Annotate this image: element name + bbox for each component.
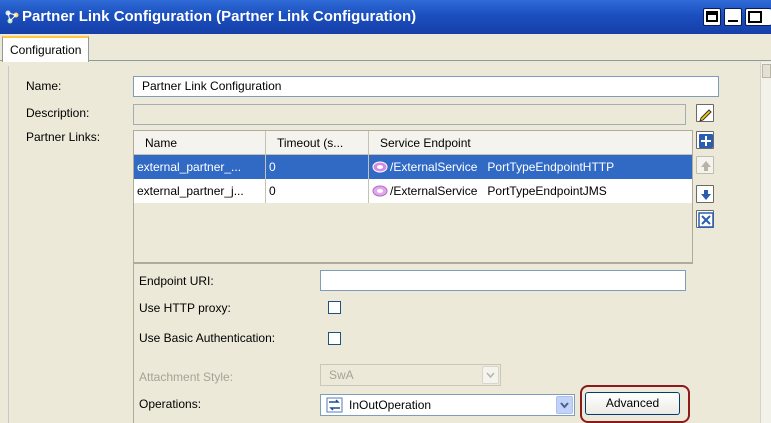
service-endpoint-icon: [372, 161, 388, 173]
name-label: Name:: [26, 79, 62, 93]
service-endpoint-icon: [372, 185, 388, 197]
basic-auth-label: Use Basic Authentication:: [139, 331, 276, 345]
delete-partner-link-button[interactable]: [696, 210, 714, 228]
tab-configuration[interactable]: Configuration: [2, 36, 90, 62]
endpoint-uri-label: Endpoint URI:: [139, 274, 214, 288]
window-title-bar: Partner Link Configuration (Partner Link…: [0, 0, 771, 34]
scroll-up-arrow[interactable]: [762, 64, 771, 78]
http-proxy-checkbox[interactable]: [328, 301, 341, 314]
partner-links-label: Partner Links:: [26, 130, 101, 144]
minimize-icon: [728, 20, 738, 22]
dropdown-arrow: [482, 366, 499, 384]
service-name: /ExternalService: [390, 184, 478, 198]
move-up-button[interactable]: [696, 156, 714, 174]
attachment-style-label: Attachment Style:: [139, 370, 234, 384]
dropdown-button[interactable]: [556, 396, 573, 414]
restore-button[interactable]: [703, 8, 721, 26]
partner-link-icon: [4, 9, 20, 25]
move-down-button[interactable]: [696, 185, 714, 203]
add-partner-link-button[interactable]: [696, 131, 714, 149]
arrow-up-icon: [701, 161, 711, 171]
x-icon: [698, 212, 714, 228]
row-timeout: 0: [266, 179, 369, 203]
arrow-down-icon: [701, 190, 711, 200]
operations-select[interactable]: InOutOperation: [320, 394, 575, 416]
window-title: Partner Link Configuration (Partner Link…: [22, 8, 417, 25]
row-name: external_partner_...: [134, 155, 266, 179]
partner-links-table[interactable]: Name Timeout (s... Service Endpoint exte…: [133, 130, 693, 263]
column-header-service-endpoint[interactable]: Service Endpoint: [369, 131, 692, 155]
column-header-timeout[interactable]: Timeout (s...: [266, 131, 369, 155]
name-field[interactable]: Partner Link Configuration: [133, 76, 719, 97]
table-row[interactable]: external_partner_... 0 /ExternalService …: [134, 155, 692, 179]
inout-operation-icon: [326, 397, 343, 413]
pencil-icon: [699, 109, 712, 122]
plus-icon: [699, 134, 713, 148]
operations-label: Operations:: [139, 397, 202, 411]
basic-auth-checkbox[interactable]: [328, 332, 341, 345]
chevron-down-icon: [486, 372, 495, 379]
row-timeout: 0: [266, 155, 369, 179]
operations-value: InOutOperation: [349, 398, 432, 412]
row-service-endpoint: /ExternalService PortTypeEndpointJMS: [369, 179, 692, 203]
tab-strip: Configuration: [0, 34, 771, 62]
column-header-name[interactable]: Name: [134, 131, 266, 155]
service-name: /ExternalService: [390, 160, 478, 174]
vertical-scrollbar[interactable]: [760, 62, 771, 423]
attachment-style-select: SwA: [320, 364, 501, 386]
table-header: Name Timeout (s... Service Endpoint: [134, 131, 692, 155]
row-name: external_partner_j...: [134, 179, 266, 203]
edit-description-button[interactable]: [696, 104, 714, 122]
chevron-down-icon: [560, 402, 569, 409]
table-row[interactable]: external_partner_j... 0 /ExternalService…: [134, 179, 692, 203]
restore-icon: [706, 11, 718, 22]
maximize-button[interactable]: [745, 8, 771, 26]
endpoint-name: PortTypeEndpointHTTP: [487, 160, 615, 174]
minimize-button[interactable]: [724, 8, 742, 26]
description-field[interactable]: [133, 104, 686, 125]
description-label: Description:: [26, 106, 90, 120]
attachment-style-value: SwA: [329, 368, 354, 382]
http-proxy-label: Use HTTP proxy:: [139, 301, 231, 315]
endpoint-uri-field[interactable]: [320, 270, 686, 291]
advanced-button[interactable]: Advanced: [585, 392, 680, 415]
row-service-endpoint: /ExternalService PortTypeEndpointHTTP: [369, 155, 692, 179]
endpoint-name: PortTypeEndpointJMS: [487, 184, 607, 198]
maximize-icon: [748, 11, 762, 23]
